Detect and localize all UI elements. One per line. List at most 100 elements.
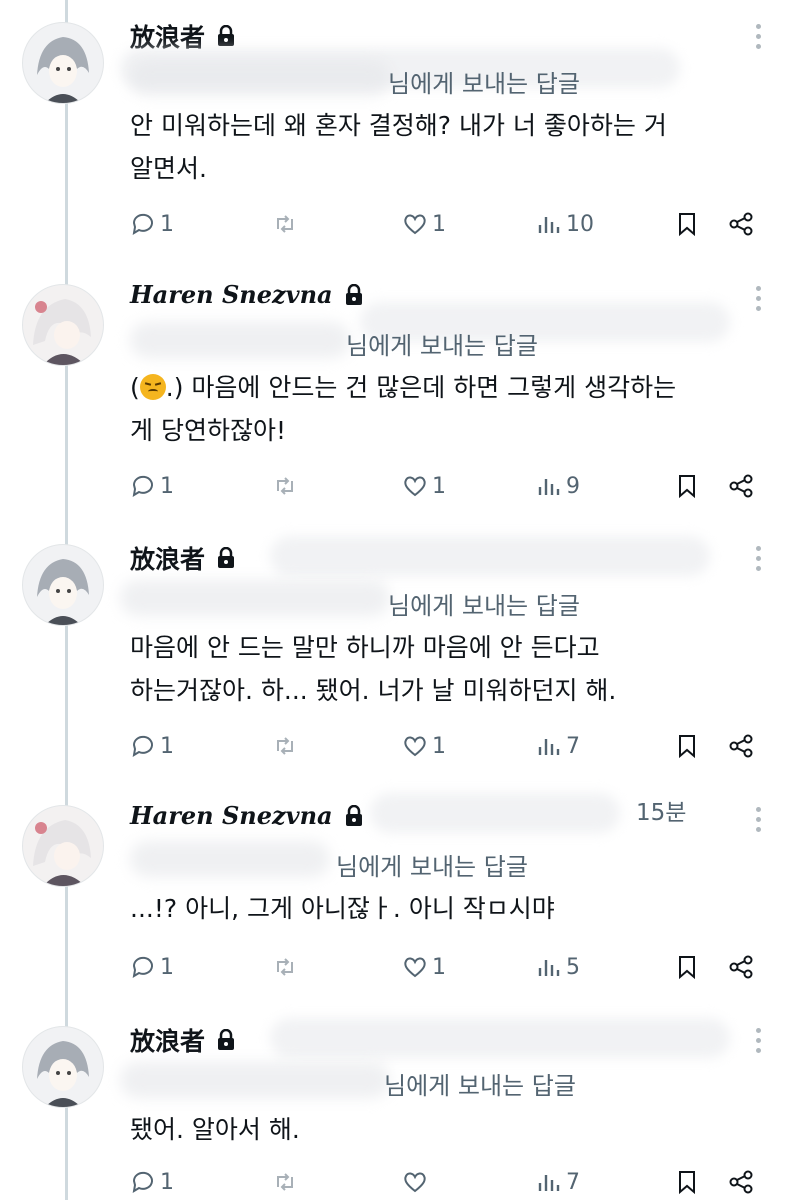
tweet[interactable]: 放浪者 님에게 보내는 답글 안 미워하는데 왜 혼자 결정해? 내가 너 좋아… (0, 0, 800, 260)
more-icon[interactable] (750, 546, 766, 576)
redacted-recipient (120, 580, 390, 616)
retweet-button[interactable] (272, 947, 302, 987)
avatar[interactable] (22, 805, 104, 887)
share-icon (729, 955, 753, 979)
bookmark-icon (679, 213, 695, 237)
share-icon (729, 1170, 753, 1194)
views-button[interactable]: 7 (536, 1162, 580, 1202)
avatar[interactable] (22, 284, 104, 366)
reply-count: 1 (160, 211, 174, 237)
more-icon[interactable] (750, 1028, 766, 1058)
share-button[interactable] (728, 726, 754, 766)
share-button[interactable] (728, 1162, 754, 1202)
unamused-face-emoji (139, 374, 166, 400)
tweet-text: (.) 마음에 안드는 건 많은데 하면 그렇게 생각하는 게 당연하잖아! (130, 366, 770, 452)
more-icon[interactable] (750, 24, 766, 54)
tweet-text-part: .) 마음에 안드는 건 많은데 하면 그렇게 생각하는 게 당연하잖아! (130, 373, 677, 445)
reply-button[interactable]: 1 (130, 204, 174, 244)
lock-icon (218, 547, 235, 568)
tweet[interactable]: 放浪者 님에게 보내는 답글 됐어. 알아서 해. 1 7 (0, 1004, 800, 1200)
retweet-icon (277, 1173, 293, 1191)
like-count: 1 (432, 954, 446, 980)
views-icon (538, 1175, 560, 1191)
reply-to-label: 님에게 보내는 답글 (388, 592, 580, 620)
avatar[interactable] (22, 22, 104, 104)
views-icon (538, 739, 560, 755)
author-name[interactable]: 放浪者 (130, 1022, 235, 1058)
author-name-text: 放浪者 (130, 1027, 206, 1056)
like-icon (404, 957, 426, 978)
author-name-text: Haren Snezvna (130, 280, 333, 309)
avatar[interactable] (22, 1026, 104, 1108)
like-count: 1 (432, 473, 446, 499)
like-icon (404, 736, 426, 757)
views-button[interactable]: 9 (536, 466, 580, 506)
tweet-actions: 1 7 (130, 1162, 770, 1202)
bookmark-button[interactable] (674, 204, 700, 244)
like-icon (404, 476, 426, 497)
retweet-button[interactable] (272, 204, 302, 244)
bookmark-button[interactable] (674, 726, 700, 766)
views-count: 10 (566, 211, 594, 237)
share-button[interactable] (728, 204, 754, 244)
views-icon (538, 479, 560, 495)
redacted-handle (270, 536, 710, 576)
more-icon[interactable] (750, 286, 766, 316)
tweet-text: 안 미워하는데 왜 혼자 결정해? 내가 너 좋아하는 거 알면서. (130, 111, 667, 183)
reply-button[interactable]: 1 (130, 466, 174, 506)
tweet[interactable]: Haren Snezvna 님에게 보내는 답글 (.) 마음에 안드는 건 많… (0, 262, 800, 522)
like-button[interactable]: 1 (402, 947, 446, 987)
tweet-actions: 1 1 10 (130, 204, 770, 244)
share-button[interactable] (728, 466, 754, 506)
post-time[interactable]: 15분 (636, 793, 686, 827)
bookmark-button[interactable] (674, 466, 700, 506)
redacted-recipient (130, 322, 350, 358)
retweet-icon (277, 958, 293, 976)
author-name[interactable]: Haren Snezvna (130, 280, 363, 309)
views-button[interactable]: 5 (536, 947, 580, 987)
reply-button[interactable]: 1 (130, 1162, 174, 1202)
bookmark-icon (679, 475, 695, 499)
like-button[interactable]: 1 (402, 466, 446, 506)
lock-icon (218, 1029, 235, 1050)
views-button[interactable]: 7 (536, 726, 580, 766)
redacted-recipient (130, 841, 330, 877)
author-name[interactable]: 放浪者 (130, 540, 235, 576)
retweet-icon (277, 737, 293, 755)
lock-icon (345, 804, 362, 826)
bookmark-button[interactable] (674, 1162, 700, 1202)
bookmark-button[interactable] (674, 947, 700, 987)
share-button[interactable] (728, 947, 754, 987)
redacted-handle (270, 1018, 730, 1058)
tweet-text: ...!? 아니, 그게 아니잖ㅏ. 아니 작ㅁ시먀 (130, 894, 555, 923)
avatar[interactable] (22, 544, 104, 626)
bookmark-icon (679, 735, 695, 759)
tweet-text-part: ( (130, 373, 140, 402)
author-name-text: Haren Snezvna (130, 801, 333, 830)
like-count: 1 (432, 733, 446, 759)
reply-count: 1 (160, 954, 174, 980)
views-icon (538, 217, 560, 233)
reply-to-label: 님에게 보내는 답글 (336, 853, 528, 881)
retweet-icon (277, 477, 293, 495)
reply-button[interactable]: 1 (130, 726, 174, 766)
author-name[interactable]: Haren Snezvna (130, 801, 363, 830)
retweet-button[interactable] (272, 726, 302, 766)
share-icon (729, 212, 753, 236)
tweet-actions: 1 1 7 (130, 726, 770, 766)
redacted-recipient (130, 60, 390, 96)
tweet-actions: 1 1 5 (130, 947, 770, 987)
tweet[interactable]: 放浪者 님에게 보내는 답글 마음에 안 드는 말만 하니까 마음에 안 든다고… (0, 522, 800, 782)
like-button[interactable]: 1 (402, 726, 446, 766)
more-icon[interactable] (750, 807, 766, 837)
bookmark-icon (679, 956, 695, 980)
tweet-text: 마음에 안 드는 말만 하니까 마음에 안 든다고 하는거잖아. 하... 됐어… (130, 633, 617, 705)
tweet[interactable]: Haren Snezvna 15분 님에게 보내는 답글 ...!? 아니, 그… (0, 783, 800, 1003)
like-button[interactable]: 1 (402, 204, 446, 244)
like-button[interactable] (402, 1162, 432, 1202)
reply-button[interactable]: 1 (130, 947, 174, 987)
retweet-button[interactable] (272, 466, 302, 506)
tweet-text: 됐어. 알아서 해. (130, 1115, 300, 1144)
retweet-button[interactable] (272, 1162, 302, 1202)
views-button[interactable]: 10 (536, 204, 594, 244)
